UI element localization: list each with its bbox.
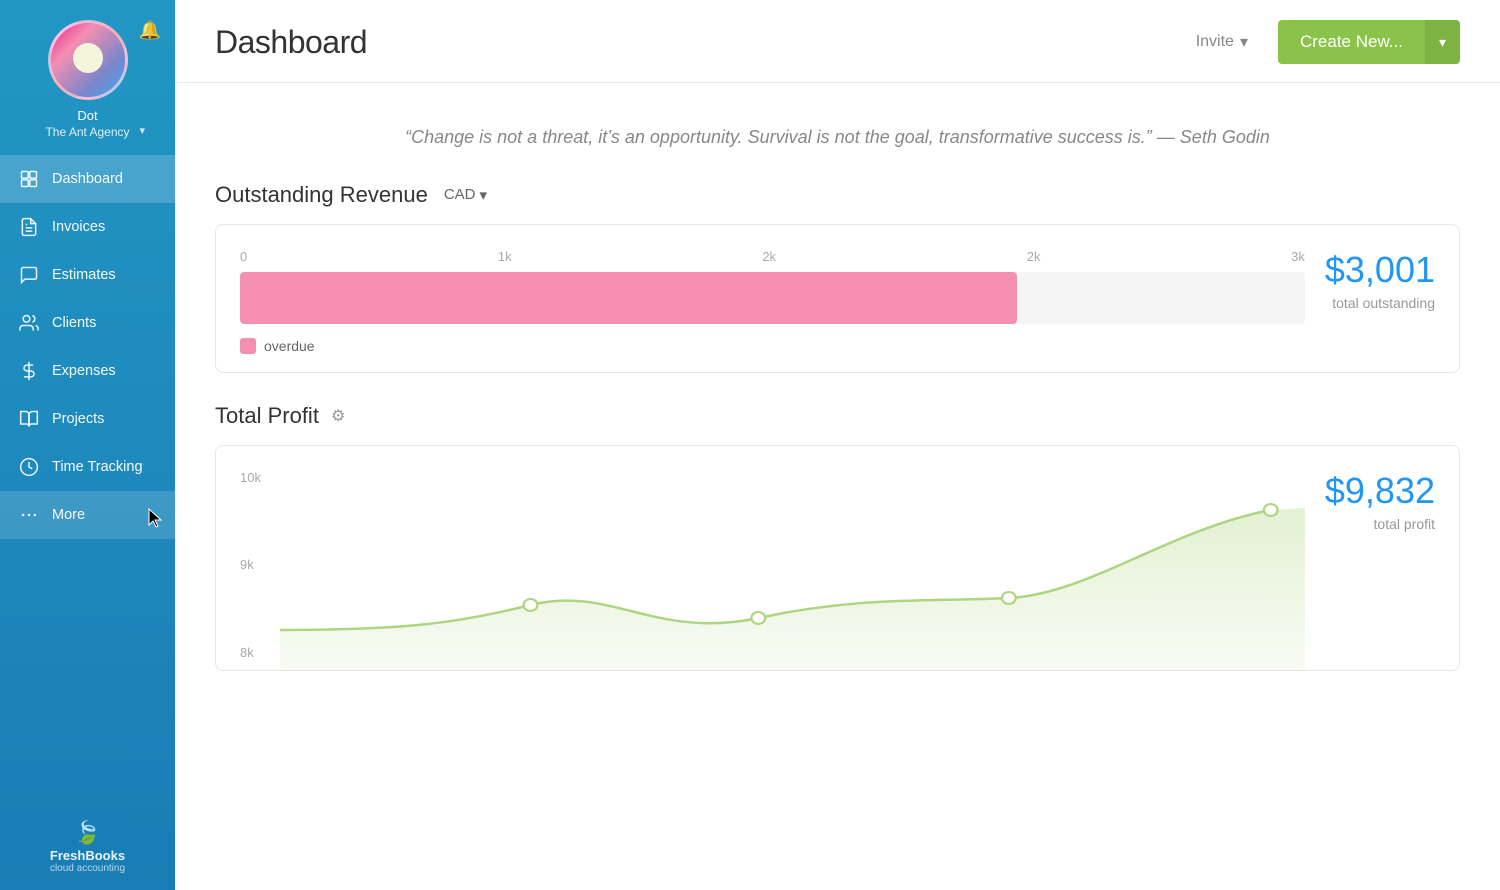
bar-chart-area: 0 1k 2k 2k 3k overdue — [240, 249, 1305, 354]
currency-selector[interactable]: CAD ▾ — [438, 184, 493, 206]
outstanding-revenue-chart-card: 0 1k 2k 2k 3k overdue — [215, 224, 1460, 373]
quote-section: “Change is not a threat, it’s an opportu… — [215, 113, 1460, 182]
bar-chart-container: 0 1k 2k 2k 3k overdue — [240, 249, 1435, 354]
sidebar-item-time-tracking[interactable]: Time Tracking — [0, 443, 175, 491]
total-profit-header: Total Profit ⚙ — [215, 403, 1460, 429]
main-content: Dashboard Invite ▾ Create New... ▾ “Chan… — [175, 0, 1500, 890]
header-actions: Invite ▾ Create New... ▾ — [1178, 20, 1460, 64]
sidebar-item-label: Expenses — [52, 363, 116, 379]
profit-amount: $9,832 — [1325, 470, 1435, 512]
dashboard-icon — [18, 168, 40, 190]
outstanding-revenue-title: Outstanding Revenue — [215, 182, 428, 208]
outstanding-revenue-header: Outstanding Revenue CAD ▾ — [215, 182, 1460, 208]
data-point-2 — [751, 612, 765, 624]
currency-chevron-icon: ▾ — [480, 186, 488, 204]
axis-label-3k: 3k — [1291, 249, 1305, 264]
sidebar-item-label: Estimates — [52, 267, 116, 283]
nav-list: Dashboard Invoices Estimates Clients Exp — [0, 155, 175, 804]
quote-text: “Change is not a threat, it’s an opportu… — [255, 123, 1420, 152]
profit-total: $9,832 total profit — [1325, 470, 1435, 532]
axis-label-1k: 1k — [498, 249, 512, 264]
profile-name: Dot — [77, 108, 97, 125]
bar-fill-overdue — [240, 272, 1017, 324]
profile-agency: The Ant Agency — [45, 125, 129, 139]
profit-label: total profit — [1325, 516, 1435, 532]
legend-dot-overdue — [240, 338, 256, 354]
freshbooks-logo: 🍃 FreshBooks cloud accounting — [0, 804, 175, 890]
invite-button[interactable]: Invite ▾ — [1178, 22, 1266, 62]
profile-dropdown-icon[interactable]: ▾ — [139, 124, 145, 137]
notification-bell-icon[interactable]: 🔔 — [139, 20, 161, 41]
estimates-icon — [18, 264, 40, 286]
axis-label-2k-2: 2k — [1027, 249, 1041, 264]
invite-label: Invite — [1196, 33, 1234, 51]
sidebar-item-estimates[interactable]: Estimates — [0, 251, 175, 299]
total-profit-section: Total Profit ⚙ 10k 9k 8k — [215, 403, 1460, 671]
total-profit-title: Total Profit — [215, 403, 319, 429]
outstanding-label: total outstanding — [1325, 295, 1435, 311]
axis-label-0: 0 — [240, 249, 247, 264]
sidebar-item-dashboard[interactable]: Dashboard — [0, 155, 175, 203]
sidebar-item-projects[interactable]: Projects — [0, 395, 175, 443]
data-point-3 — [1002, 592, 1016, 604]
freshbooks-tagline: cloud accounting — [50, 863, 125, 874]
sidebar-item-clients[interactable]: Clients — [0, 299, 175, 347]
total-profit-chart-card: 10k 9k 8k — [215, 445, 1460, 671]
invite-chevron-icon: ▾ — [1240, 32, 1248, 52]
line-chart-svg — [280, 470, 1305, 670]
legend-label-overdue: overdue — [264, 338, 315, 354]
more-icon — [18, 504, 40, 526]
chart-area-fill — [280, 508, 1305, 670]
sidebar-item-label: Invoices — [52, 219, 105, 235]
chart-axis-labels: 0 1k 2k 2k 3k — [240, 249, 1305, 264]
avatar[interactable] — [48, 20, 128, 100]
chart-legend: overdue — [240, 338, 1305, 354]
data-point-4 — [1264, 504, 1278, 516]
expenses-icon — [18, 360, 40, 382]
create-new-button[interactable]: Create New... — [1278, 20, 1425, 64]
time-tracking-icon — [18, 456, 40, 478]
sidebar-item-label: Projects — [52, 411, 104, 427]
outstanding-amount: $3,001 — [1325, 249, 1435, 291]
page-title: Dashboard — [215, 24, 367, 61]
y-axis-labels: 10k 9k 8k — [240, 470, 261, 670]
page-header: Dashboard Invite ▾ Create New... ▾ — [175, 0, 1500, 83]
sidebar-item-invoices[interactable]: Invoices — [0, 203, 175, 251]
outstanding-revenue-section: Outstanding Revenue CAD ▾ 0 1k 2k 2k 3k — [215, 182, 1460, 373]
create-new-dropdown-button[interactable]: ▾ — [1425, 20, 1460, 64]
outstanding-total: $3,001 total outstanding — [1325, 249, 1435, 311]
data-point-1 — [524, 599, 538, 611]
sidebar-item-label: More — [52, 507, 85, 523]
y-label-9k: 9k — [240, 557, 261, 572]
sidebar-item-expenses[interactable]: Expenses — [0, 347, 175, 395]
sidebar-item-label: Dashboard — [52, 171, 123, 187]
line-chart-inner: 10k 9k 8k — [240, 470, 1435, 670]
create-new-wrapper: Create New... ▾ — [1278, 20, 1460, 64]
sidebar: 🔔 Dot The Ant Agency ▾ Dashboard Invoice… — [0, 0, 175, 890]
freshbooks-logo-icon: 🍃 — [50, 820, 125, 846]
y-label-10k: 10k — [240, 470, 261, 485]
page-content: “Change is not a threat, it’s an opportu… — [175, 83, 1500, 890]
invoices-icon — [18, 216, 40, 238]
sidebar-item-label: Time Tracking — [52, 459, 143, 475]
line-chart-area: 10k 9k 8k — [240, 470, 1305, 670]
profile-section: 🔔 Dot The Ant Agency ▾ — [0, 0, 175, 155]
axis-label-2k: 2k — [762, 249, 776, 264]
filter-icon[interactable]: ⚙ — [331, 406, 345, 426]
y-label-8k: 8k — [240, 645, 261, 660]
currency-label: CAD — [444, 186, 476, 203]
clients-icon — [18, 312, 40, 334]
freshbooks-name: FreshBooks — [50, 848, 125, 863]
sidebar-item-label: Clients — [52, 315, 96, 331]
sidebar-item-more[interactable]: More — [0, 491, 175, 539]
projects-icon — [18, 408, 40, 430]
bar-track — [240, 272, 1305, 324]
